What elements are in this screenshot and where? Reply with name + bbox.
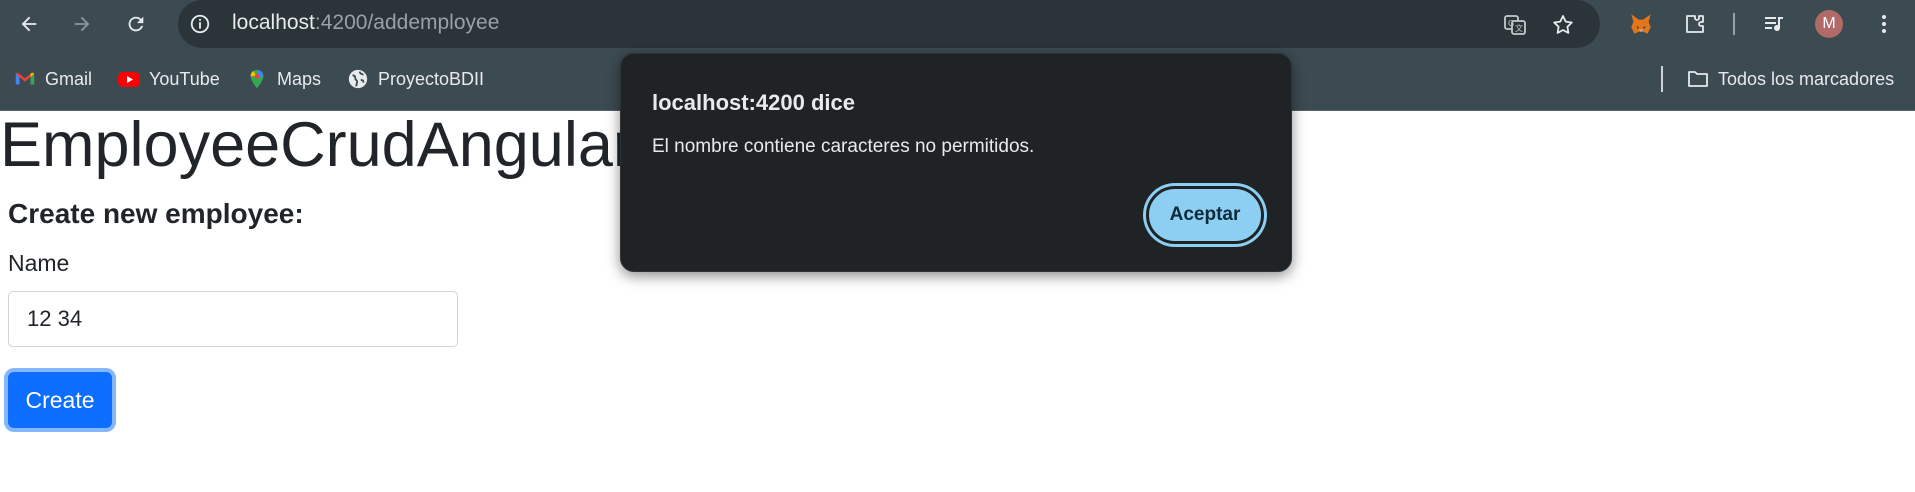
dialog-message: El nombre contiene caracteres no permiti… — [652, 136, 1035, 157]
youtube-icon — [117, 67, 141, 91]
bookmark-youtube[interactable]: YouTube — [117, 66, 220, 92]
star-icon[interactable] — [1550, 12, 1576, 38]
forward-arrow-icon[interactable] — [68, 10, 96, 38]
translate-icon[interactable]: G文 — [1502, 12, 1528, 38]
folder-icon — [1686, 67, 1710, 91]
back-arrow-icon[interactable] — [15, 10, 43, 38]
bookmark-label: ProyectoBDII — [378, 68, 485, 89]
bookmark-label: YouTube — [149, 68, 220, 89]
name-label: Name — [8, 250, 70, 276]
bookmark-label: Maps — [277, 68, 322, 89]
url-text[interactable]: localhost:4200/addemployee — [232, 11, 499, 35]
url-host: localhost — [232, 11, 315, 34]
bookmarks-divider — [1661, 66, 1663, 92]
gmail-icon — [13, 67, 37, 91]
alert-dialog: localhost:4200 dice El nombre contiene c… — [620, 53, 1292, 272]
media-control-icon[interactable] — [1760, 10, 1788, 38]
bookmark-maps[interactable]: Maps — [245, 66, 321, 92]
globe-icon — [346, 67, 370, 91]
reload-icon[interactable] — [122, 10, 150, 38]
name-input[interactable] — [8, 291, 458, 347]
puzzle-icon[interactable] — [1681, 10, 1709, 38]
accept-button[interactable]: Aceptar — [1146, 186, 1264, 244]
svg-text:G: G — [1508, 19, 1514, 28]
avatar[interactable]: M — [1815, 10, 1843, 38]
page-title: EmployeeCrudAngular — [0, 110, 634, 180]
create-button[interactable]: Create — [8, 372, 112, 428]
all-bookmarks-folder[interactable]: Todos los marcadores — [1686, 66, 1894, 92]
bookmark-label: Gmail — [45, 68, 93, 89]
site-info-icon[interactable] — [188, 12, 212, 36]
svg-text:文: 文 — [1515, 23, 1523, 33]
all-bookmarks-label: Todos los marcadores — [1718, 68, 1895, 89]
dialog-title: localhost:4200 dice — [652, 90, 855, 115]
toolbar-divider — [1733, 13, 1735, 35]
bookmark-gmail[interactable]: Gmail — [13, 66, 92, 92]
url-path: :4200/addemployee — [314, 11, 500, 34]
browser-toolbar: localhost:4200/addemployee G文 M — [0, 0, 1915, 48]
section-title: Create new employee: — [8, 198, 304, 229]
maps-icon — [245, 67, 269, 91]
address-bar[interactable]: localhost:4200/addemployee G文 — [178, 0, 1600, 48]
metamask-fox-icon[interactable] — [1627, 10, 1655, 38]
kebab-menu-icon[interactable] — [1870, 10, 1898, 38]
bookmark-proyectobdii[interactable]: ProyectoBDII — [346, 66, 484, 92]
